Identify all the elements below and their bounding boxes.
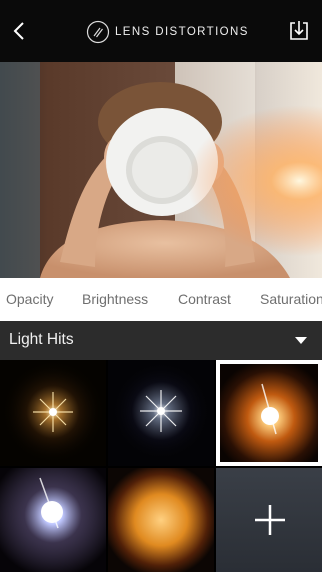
back-button[interactable] — [6, 18, 32, 44]
add-filter-button[interactable] — [216, 468, 322, 572]
brightness-tab[interactable]: Brightness — [82, 291, 148, 307]
plus-icon — [255, 505, 285, 535]
app-title: LENS DISTORTIONS — [86, 19, 249, 45]
filter-tile-selected[interactable] — [216, 360, 322, 466]
filter-grid — [0, 360, 322, 572]
caret-down-icon — [295, 337, 307, 344]
starburst-cool-thumbnail — [108, 360, 214, 466]
contrast-tab[interactable]: Contrast — [178, 291, 231, 307]
page-title: LENS DISTORTIONS — [115, 26, 249, 38]
edited-photo[interactable] — [0, 62, 322, 278]
opacity-tab[interactable]: Opacity — [6, 291, 53, 307]
top-bar: LENS DISTORTIONS — [0, 0, 322, 62]
lens-distortions-logo-icon — [86, 20, 110, 44]
filter-tile[interactable] — [108, 468, 214, 572]
download-button[interactable] — [288, 20, 310, 42]
download-icon — [290, 21, 308, 40]
adjustment-tabs: Opacity Brightness Contrast Saturation — [0, 278, 322, 321]
orange-flare-thumbnail — [220, 364, 318, 462]
amber-glow-thumbnail — [108, 468, 214, 572]
category-label: Light Hits — [9, 331, 74, 348]
saturation-tab[interactable]: Saturation — [260, 291, 322, 307]
starburst-warm-thumbnail — [0, 360, 106, 466]
blue-flare-thumbnail — [0, 468, 106, 572]
chevron-left-icon — [13, 22, 24, 40]
filter-tile[interactable] — [0, 468, 106, 572]
filter-tile[interactable] — [0, 360, 106, 466]
filter-tile[interactable] — [108, 360, 214, 466]
category-selector[interactable]: Light Hits — [0, 321, 322, 360]
